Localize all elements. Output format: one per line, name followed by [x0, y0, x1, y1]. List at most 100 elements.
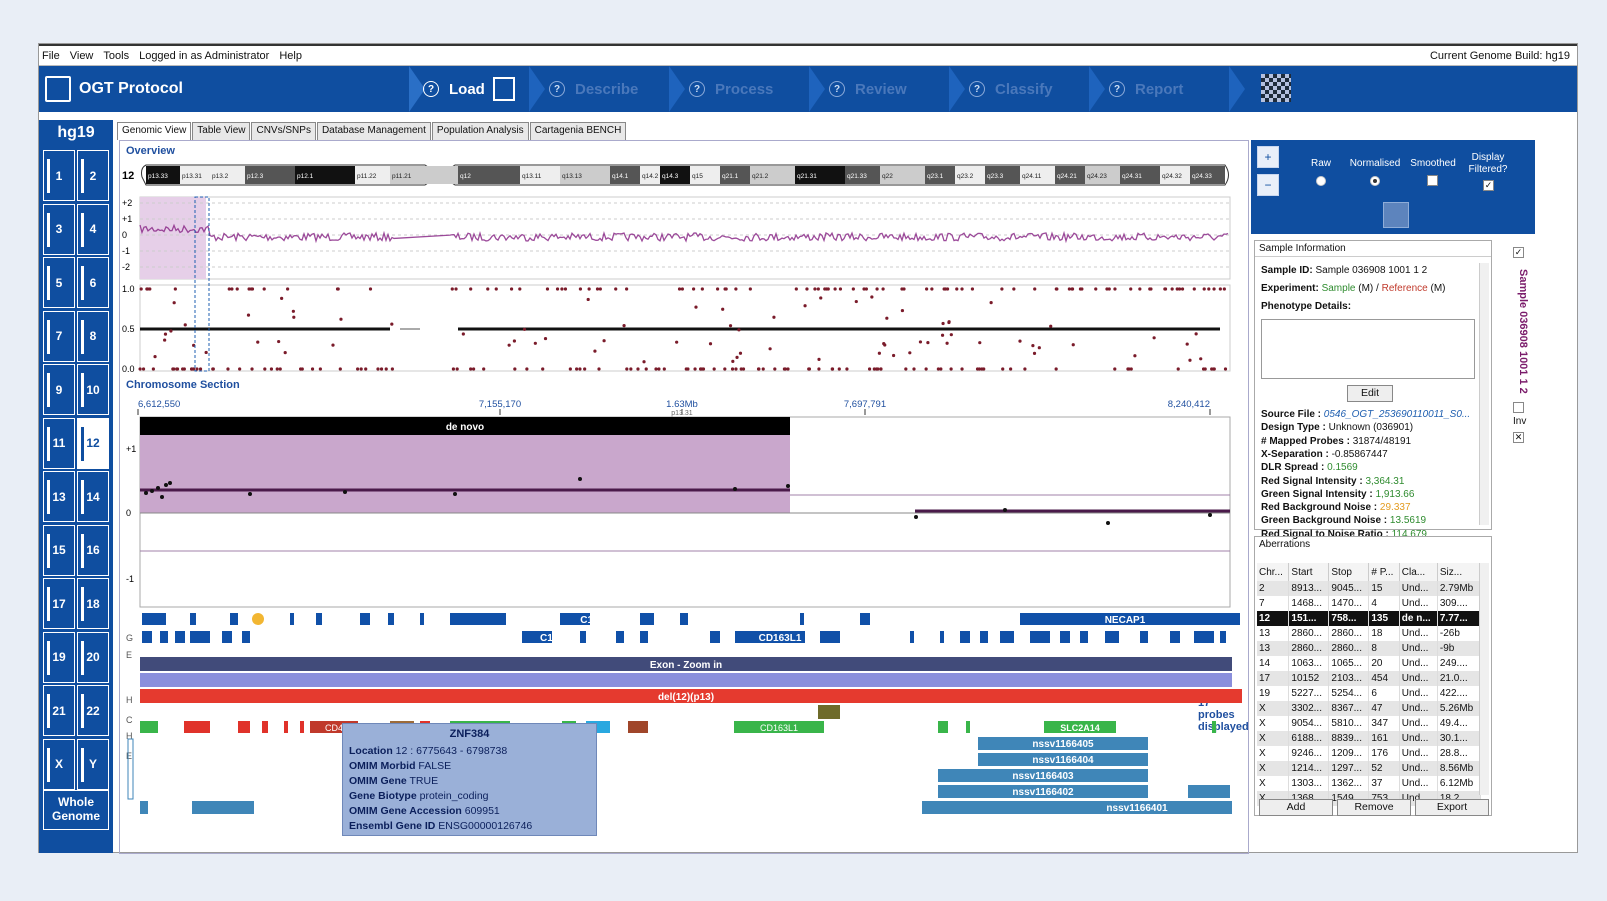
chromosome-17-button[interactable]: 17: [43, 578, 75, 629]
feature-block[interactable]: [262, 721, 268, 733]
table-row[interactable]: X 9246... 1209... 176 Und... 28.8...: [1257, 746, 1482, 761]
help-icon[interactable]: ?: [423, 81, 439, 97]
track-scroll-handle[interactable]: [127, 738, 134, 800]
sample-vertical-tab[interactable]: Sample 036908 1001 1 2: [1517, 269, 1529, 394]
gene-feature[interactable]: [290, 613, 294, 625]
zoom-out-icon[interactable]: −: [1257, 174, 1279, 196]
annotation-tracks[interactable]: GEHCHEC1S NECAP1C1R CD163L1Exon - Zoom ind…: [120, 611, 1248, 851]
step-describe[interactable]: ? Describe: [549, 76, 638, 102]
gene-feature[interactable]: [680, 613, 688, 625]
tab-table-view[interactable]: Table View: [192, 122, 251, 140]
chromosome-22-button[interactable]: 22: [77, 685, 109, 736]
feature-block[interactable]: [184, 721, 210, 733]
selected-gene-marker[interactable]: [252, 613, 264, 625]
feature-block[interactable]: [1212, 721, 1216, 733]
feature-block[interactable]: [140, 721, 158, 733]
step-load[interactable]: ? Load: [423, 76, 515, 102]
column-header[interactable]: Stop: [1328, 563, 1370, 581]
smoothed-checkbox[interactable]: [1427, 175, 1438, 186]
overview-plot[interactable]: p13.33 p13.31 p13.2 p12.3 p12.1 p11.22 p11.21 q…: [120, 157, 1248, 377]
help-icon[interactable]: ?: [689, 81, 705, 97]
chromosome-1-button[interactable]: 1: [43, 150, 75, 201]
gene-arrow[interactable]: [710, 631, 720, 643]
gene-arrow[interactable]: [910, 631, 914, 643]
chromosome-7-button[interactable]: 7: [43, 310, 75, 362]
chromosome-y-button[interactable]: Y: [77, 738, 109, 790]
aberrations-scrollbar[interactable]: [1479, 563, 1489, 795]
chromosome-14-button[interactable]: 14: [77, 471, 109, 522]
invert-checkbox[interactable]: [1513, 402, 1524, 413]
feature-block[interactable]: [238, 721, 250, 733]
chromosome-8-button[interactable]: 8: [77, 310, 109, 362]
chromosome-19-button[interactable]: 19: [43, 631, 75, 683]
help-icon[interactable]: ?: [549, 81, 565, 97]
gene-feature[interactable]: [450, 613, 506, 625]
gene-arrow[interactable]: [222, 631, 232, 643]
feature-block[interactable]: [818, 705, 840, 719]
table-row[interactable]: 17 10152 2103... 454 Und... 21.0...: [1257, 671, 1482, 686]
feature-block[interactable]: [966, 721, 970, 733]
table-row[interactable]: 7 1468... 1470... 4 Und... 309....: [1257, 596, 1482, 611]
chromosome-20-button[interactable]: 20: [77, 631, 109, 683]
gene-arrow[interactable]: [580, 631, 586, 643]
tab-cartagenia-bench[interactable]: Cartagenia BENCH: [529, 122, 627, 140]
gene-arrow[interactable]: [1030, 631, 1050, 643]
gene-arrow[interactable]: [1220, 631, 1226, 643]
feature-block[interactable]: [628, 721, 648, 733]
chromosome-12-button[interactable]: 12: [77, 417, 109, 469]
chromosome-section-plot[interactable]: 6,612,550 7,155,170 1.63Mb 7,697,791 8,240,4…: [120, 393, 1248, 611]
chromosome-6-button[interactable]: 6: [77, 257, 109, 308]
table-row[interactable]: 14 1063... 1065... 20 Und... 249....: [1257, 656, 1482, 671]
gene-arrow[interactable]: [960, 631, 970, 643]
chromosome-15-button[interactable]: 15: [43, 524, 75, 576]
sample-visible-checkbox[interactable]: ✓: [1513, 247, 1524, 258]
feature-block[interactable]: [938, 721, 948, 733]
table-row[interactable]: 2 8913... 9045... 15 Und... 2.79Mb: [1257, 581, 1482, 596]
chromosome-x-button[interactable]: X: [43, 738, 75, 790]
column-header[interactable]: Chr...: [1257, 563, 1290, 581]
finish-flag-icon[interactable]: [1261, 74, 1291, 102]
gene-arrow[interactable]: [1194, 631, 1214, 643]
column-header[interactable]: Start: [1288, 563, 1330, 581]
menu-login-status[interactable]: Logged in as Administrator: [139, 50, 269, 62]
edit-button[interactable]: Edit: [1347, 385, 1393, 402]
help-icon[interactable]: ?: [969, 81, 985, 97]
gene-feature[interactable]: [230, 613, 238, 625]
table-row[interactable]: X 9054... 5810... 347 Und... 49.4...: [1257, 716, 1482, 731]
gene-arrow[interactable]: [242, 631, 250, 643]
chromosome-18-button[interactable]: 18: [77, 578, 109, 629]
gene-arrow[interactable]: [175, 631, 185, 643]
step-process[interactable]: ? Process: [689, 76, 773, 102]
gene-feature[interactable]: [640, 613, 654, 625]
gene-arrow[interactable]: [820, 631, 840, 643]
display-filtered-checkbox[interactable]: ✓: [1483, 180, 1494, 191]
phenotype-textbox[interactable]: [1261, 319, 1475, 379]
cnv-bar[interactable]: [922, 801, 1232, 814]
chromosome-11-button[interactable]: 11: [43, 417, 75, 469]
table-row[interactable]: X 6188... 8839... 161 Und... 30.1...: [1257, 731, 1482, 746]
gene-arrow[interactable]: [1140, 631, 1148, 643]
help-icon[interactable]: ?: [829, 81, 845, 97]
gene-feature[interactable]: [420, 613, 424, 625]
tab-database-management[interactable]: Database Management: [316, 122, 431, 140]
table-row[interactable]: X 3302... 8367... 47 Und... 5.26Mb: [1257, 701, 1482, 716]
gene-feature[interactable]: [860, 613, 870, 625]
tab-genomic-view[interactable]: Genomic View: [117, 122, 192, 140]
menu-view[interactable]: View: [70, 50, 94, 62]
chromosome-21-button[interactable]: 21: [43, 685, 75, 736]
tab-population-analysis[interactable]: Population Analysis: [431, 122, 529, 140]
cnv-bar[interactable]: [140, 801, 148, 814]
gene-feature[interactable]: [800, 613, 804, 625]
table-row[interactable]: 13 2860... 2860... 18 Und... -26b: [1257, 626, 1482, 641]
gene-arrow[interactable]: [940, 631, 944, 643]
gene-feature[interactable]: [360, 613, 370, 625]
gene-feature[interactable]: [190, 613, 196, 625]
column-header[interactable]: # P...: [1368, 563, 1400, 581]
chromosome-4-button[interactable]: 4: [77, 203, 109, 255]
normalised-radio[interactable]: [1370, 176, 1380, 186]
gene-arrow[interactable]: [142, 631, 152, 643]
gene-arrow[interactable]: [980, 631, 988, 643]
chromosome-9-button[interactable]: 9: [43, 364, 75, 415]
gene-arrow[interactable]: [1170, 631, 1180, 643]
field-value[interactable]: 0546_OGT_253690110011_S0...: [1324, 409, 1470, 420]
